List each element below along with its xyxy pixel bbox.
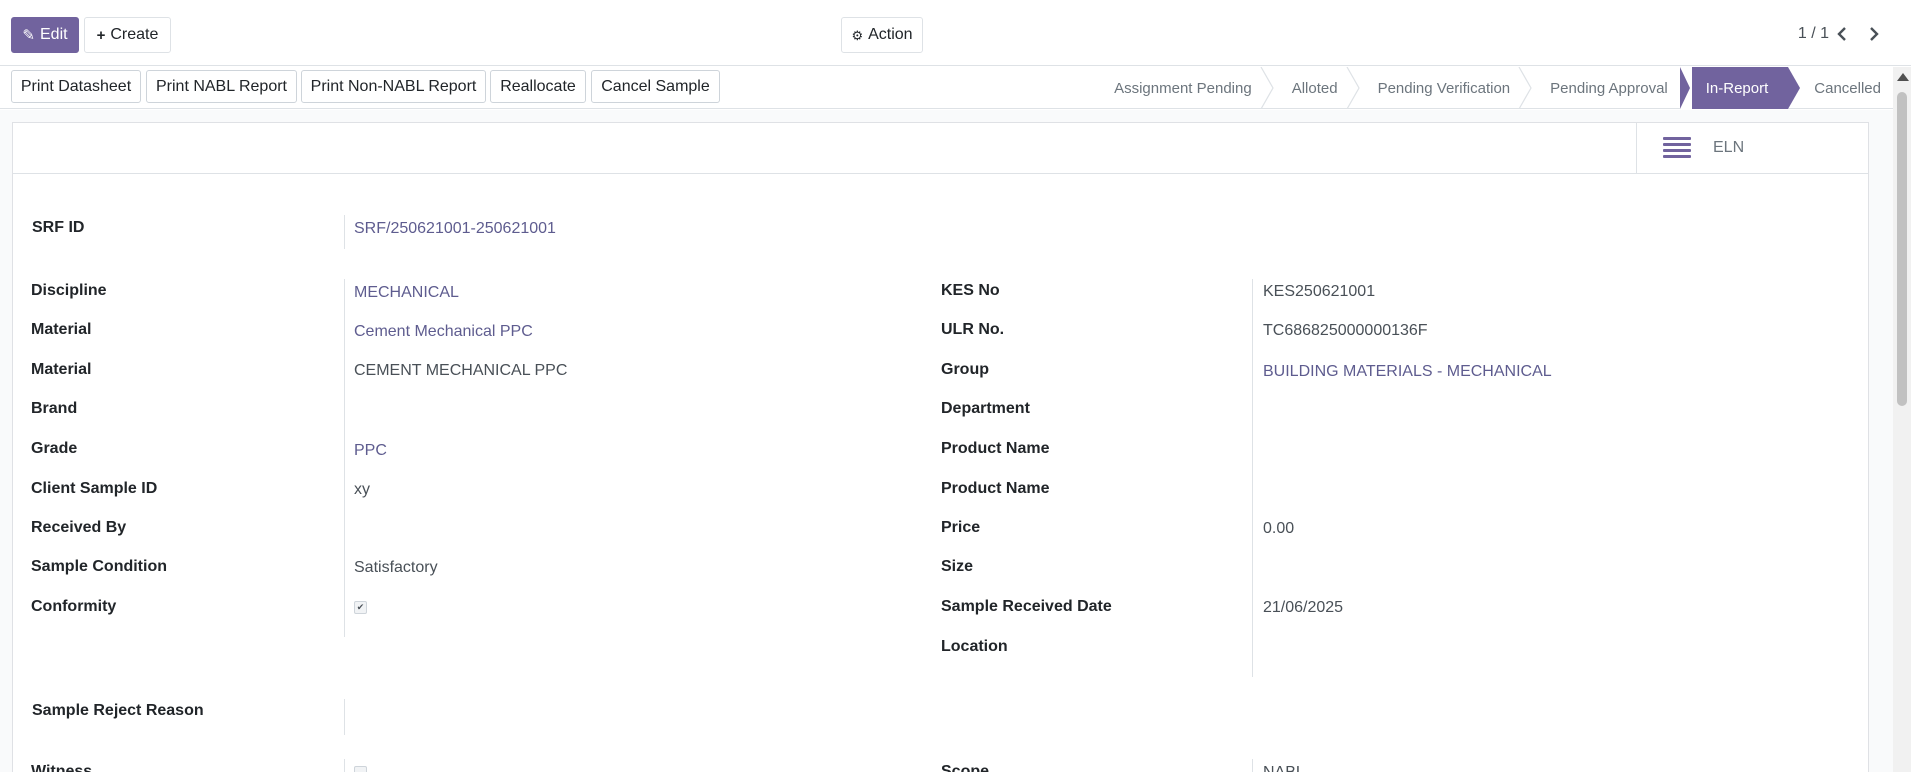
sample-received-date-value: 21/06/2025 — [1263, 599, 1344, 616]
create-button[interactable]: + Create — [84, 17, 171, 53]
group-label: Group — [941, 361, 989, 378]
sample-condition-value: Satisfactory — [354, 559, 438, 576]
action-button[interactable]: ⚙ Action — [841, 17, 923, 53]
witness-checkbox[interactable] — [354, 766, 367, 772]
smart-button-box: ELN — [13, 123, 1868, 174]
witness-label: Witness — [31, 763, 93, 772]
group-value[interactable]: BUILDING MATERIALS - MECHANICAL — [1263, 363, 1552, 381]
client-sample-id-label: Client Sample ID — [31, 480, 158, 497]
print-nabl-report-button[interactable]: Print NABL Report — [146, 70, 297, 103]
check-icon: ✔ — [356, 602, 365, 612]
print-non-nabl-report-button[interactable]: Print Non-NABL Report — [301, 70, 486, 103]
material-name-value: CEMENT MECHANICAL PPC — [354, 362, 568, 379]
edit-button[interactable]: ✎ Edit — [11, 17, 79, 53]
srf-id-value[interactable]: SRF/250621001-250621001 — [354, 220, 556, 238]
price-label: Price — [941, 519, 981, 536]
kes-no-value: KES250621001 — [1263, 283, 1376, 300]
grade-label: Grade — [31, 440, 78, 457]
received-by-label: Received By — [31, 519, 127, 536]
stage-cancelled[interactable]: Cancelled — [1788, 67, 1893, 109]
eln-button[interactable]: ELN — [1636, 123, 1868, 173]
print-datasheet-button[interactable]: Print Datasheet — [11, 70, 141, 103]
scope-label: Scope — [941, 763, 990, 772]
chevron-left-icon[interactable] — [1828, 20, 1856, 48]
scrollbar-thumb[interactable] — [1897, 92, 1907, 406]
location-label: Location — [941, 638, 1008, 655]
stage-alloted[interactable]: Alloted — [1268, 67, 1360, 109]
grade-value[interactable]: PPC — [354, 442, 387, 460]
stage-assignment-pending[interactable]: Assignment Pending — [1090, 67, 1274, 109]
sample-received-date-label: Sample Received Date — [941, 598, 1112, 615]
product-name-label: Product Name — [941, 440, 1050, 457]
department-label: Department — [941, 400, 1030, 417]
ulr-no-label: ULR No. — [941, 321, 1005, 338]
conformity-checkbox[interactable]: ✔ — [354, 601, 367, 614]
srf-id-label: SRF ID — [32, 219, 85, 236]
conformity-label: Conformity — [31, 598, 117, 615]
field-divider — [1252, 279, 1253, 677]
field-divider — [344, 699, 345, 735]
ulr-no-value: TC686825000000136F — [1263, 322, 1428, 339]
pager-value[interactable]: 1 / 1 — [1798, 25, 1829, 43]
field-divider — [344, 215, 345, 249]
list-icon — [1663, 137, 1691, 159]
control-panel: ✎ Edit + Create ⚙ Action 1 / 1 — [0, 0, 1911, 66]
size-label: Size — [941, 558, 974, 575]
scope-value: NABL — [1263, 764, 1305, 772]
field-divider — [1252, 759, 1253, 772]
client-sample-id-value: xy — [354, 481, 370, 498]
field-divider — [344, 759, 345, 772]
vertical-scrollbar[interactable] — [1893, 67, 1911, 772]
material-value[interactable]: Cement Mechanical PPC — [354, 323, 533, 341]
stage-in-report[interactable]: In-Report — [1679, 67, 1801, 109]
sample-condition-label: Sample Condition — [31, 558, 167, 575]
sample-reject-reason-label: Sample Reject Reason — [32, 702, 204, 719]
chevron-right-icon[interactable] — [1860, 20, 1888, 48]
stage-pending-verification[interactable]: Pending Verification — [1354, 67, 1532, 109]
material-name-label: Material — [31, 361, 92, 378]
material-label: Material — [31, 321, 92, 338]
scroll-up-arrow-icon[interactable] — [1897, 73, 1909, 81]
product-name-label-2: Product Name — [941, 480, 1050, 497]
statusbar: Print Datasheet Print NABL Report Print … — [0, 67, 1911, 109]
gear-icon: ⚙ — [851, 27, 864, 43]
kes-no-label: KES No — [941, 282, 1000, 299]
pencil-icon: ✎ — [22, 26, 35, 44]
cancel-sample-button[interactable]: Cancel Sample — [591, 70, 720, 103]
form-sheet: ELN SRF ID SRF/250621001-250621001 Disci… — [12, 122, 1869, 772]
stage-pipeline: Assignment Pending Alloted Pending Verif… — [1090, 67, 1893, 109]
discipline-value[interactable]: MECHANICAL — [354, 284, 459, 302]
field-divider — [344, 279, 345, 637]
plus-icon: + — [96, 26, 106, 44]
brand-label: Brand — [31, 400, 78, 417]
reallocate-button[interactable]: Reallocate — [490, 70, 586, 103]
stage-arrow-tail-icon — [1679, 67, 1692, 109]
price-value: 0.00 — [1263, 520, 1295, 537]
discipline-label: Discipline — [31, 282, 107, 299]
stage-pending-approval[interactable]: Pending Approval — [1526, 67, 1680, 109]
